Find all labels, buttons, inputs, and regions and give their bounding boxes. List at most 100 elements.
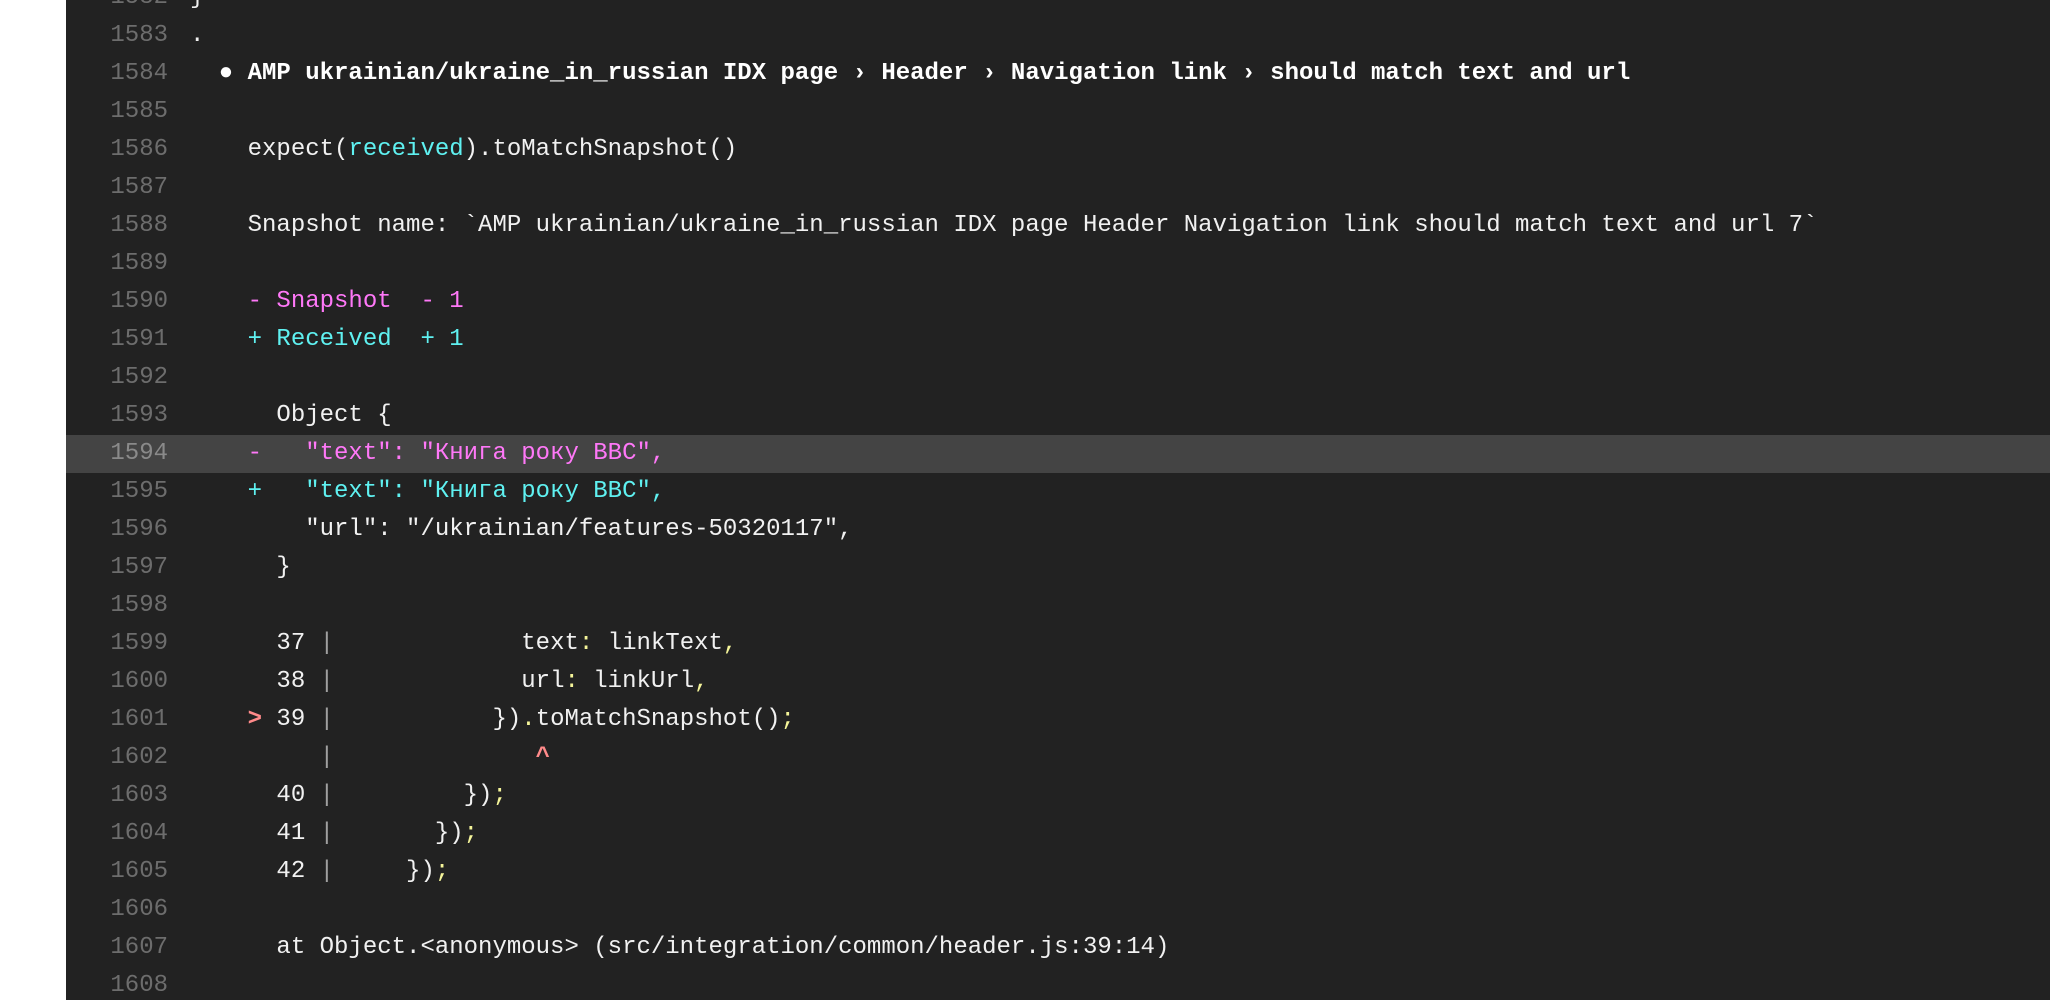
line-number[interactable]: 1597 bbox=[66, 549, 190, 587]
text-segment: : bbox=[578, 630, 594, 657]
log-line[interactable]: 1591 + Received + 1 bbox=[66, 321, 2050, 359]
log-line[interactable]: 1606 bbox=[66, 891, 2050, 929]
line-text: 37 | text: linkText, bbox=[190, 625, 2050, 663]
log-line[interactable]: 1603 40 | }); bbox=[66, 777, 2050, 815]
text-segment: - "text": "Книга року ВВС", bbox=[190, 440, 666, 467]
line-text bbox=[190, 245, 2050, 283]
text-segment: }) bbox=[334, 782, 493, 809]
text-segment: }) bbox=[334, 858, 435, 885]
line-number[interactable]: 1600 bbox=[66, 663, 190, 701]
line-number[interactable]: 1585 bbox=[66, 93, 190, 131]
log-line[interactable]: 1593 Object { bbox=[66, 397, 2050, 435]
text-segment: linkUrl bbox=[578, 668, 695, 695]
line-text bbox=[190, 587, 2050, 625]
log-line[interactable]: 1601 > 39 | }).toMatchSnapshot(); bbox=[66, 701, 2050, 739]
line-number[interactable]: 1587 bbox=[66, 169, 190, 207]
line-number[interactable]: 1583 bbox=[66, 17, 190, 55]
log-line[interactable]: 1608 bbox=[66, 967, 2050, 1000]
log-line[interactable]: 1597 } bbox=[66, 549, 2050, 587]
line-number[interactable]: 1603 bbox=[66, 777, 190, 815]
text-segment: : bbox=[564, 668, 579, 695]
log-line[interactable]: 1587 bbox=[66, 169, 2050, 207]
text-segment: received bbox=[348, 136, 464, 163]
log-line[interactable]: 1585 bbox=[66, 93, 2050, 131]
line-number[interactable]: 1584 bbox=[66, 55, 190, 93]
log-line[interactable]: 1595 + "text": "Книга року BBC", bbox=[66, 473, 2050, 511]
line-text: - "text": "Книга року ВВС", bbox=[190, 435, 2050, 473]
line-number[interactable]: 1590 bbox=[66, 283, 190, 321]
text-segment: 39 bbox=[276, 706, 320, 733]
line-text: 42 | }); bbox=[190, 853, 2050, 891]
log-line[interactable]: 1589 bbox=[66, 245, 2050, 283]
text-segment: ; bbox=[492, 782, 507, 809]
line-number[interactable]: 1586 bbox=[66, 131, 190, 169]
log-line[interactable]: 1605 42 | }); bbox=[66, 853, 2050, 891]
line-number[interactable]: 1604 bbox=[66, 815, 190, 853]
text-segment: }) bbox=[334, 706, 522, 733]
line-number[interactable]: 1596 bbox=[66, 511, 190, 549]
log-line[interactable]: 1592 bbox=[66, 359, 2050, 397]
line-text: | ^ bbox=[190, 739, 2050, 777]
line-number[interactable]: 1592 bbox=[66, 359, 190, 397]
log-line[interactable]: 1600 38 | url: linkUrl, bbox=[66, 663, 2050, 701]
text-segment: + "text": "Книга року BBC", bbox=[190, 478, 666, 505]
text-segment: > bbox=[190, 706, 277, 733]
log-line[interactable]: 1607 at Object.<anonymous> (src/integrat… bbox=[66, 929, 2050, 967]
line-number[interactable]: 1594 bbox=[66, 435, 190, 473]
text-segment: Object { bbox=[190, 402, 392, 429]
log-line[interactable]: 1598 bbox=[66, 587, 2050, 625]
line-number[interactable]: 1588 bbox=[66, 207, 190, 245]
text-segment: | bbox=[319, 744, 335, 771]
line-number[interactable]: 1607 bbox=[66, 929, 190, 967]
log-line[interactable]: 1586 expect(received).toMatchSnapshot() bbox=[66, 131, 2050, 169]
line-number[interactable]: 1601 bbox=[66, 701, 190, 739]
line-number[interactable]: 1599 bbox=[66, 625, 190, 663]
log-line[interactable]: 1604 41 | }); bbox=[66, 815, 2050, 853]
line-text: ● AMP ukrainian/ukraine_in_russian IDX p… bbox=[190, 55, 2050, 93]
line-text: 41 | }); bbox=[190, 815, 2050, 853]
text-segment: | bbox=[319, 858, 335, 885]
line-text bbox=[190, 891, 2050, 929]
line-number[interactable]: 1608 bbox=[66, 967, 190, 1000]
log-viewer[interactable]: 1582}1583.1584 ● AMP ukrainian/ukraine_i… bbox=[66, 0, 2050, 1000]
line-number[interactable]: 1606 bbox=[66, 891, 190, 929]
line-text: Snapshot name: `AMP ukrainian/ukraine_in… bbox=[190, 207, 2050, 245]
line-number[interactable]: 1589 bbox=[66, 245, 190, 283]
text-segment: ; bbox=[463, 820, 479, 847]
text-segment: Snapshot name: `AMP ukrainian/ukraine_in… bbox=[190, 212, 1818, 239]
line-number[interactable]: 1598 bbox=[66, 587, 190, 625]
text-segment: | bbox=[319, 668, 335, 695]
text-segment: + Received + 1 bbox=[190, 326, 464, 353]
line-text: . bbox=[190, 17, 2050, 55]
log-lines: 1582}1583.1584 ● AMP ukrainian/ukraine_i… bbox=[66, 0, 2050, 1000]
text-segment: "url": "/ukrainian/features-50320117", bbox=[190, 516, 853, 543]
line-number[interactable]: 1591 bbox=[66, 321, 190, 359]
log-line[interactable]: 1584 ● AMP ukrainian/ukraine_in_russian … bbox=[66, 55, 2050, 93]
line-number[interactable]: 1605 bbox=[66, 853, 190, 891]
log-line[interactable]: 1602 | ^ bbox=[66, 739, 2050, 777]
line-text: + Received + 1 bbox=[190, 321, 2050, 359]
line-number[interactable]: 1593 bbox=[66, 397, 190, 435]
log-line[interactable]: 1590 - Snapshot - 1 bbox=[66, 283, 2050, 321]
line-text bbox=[190, 93, 2050, 131]
line-number[interactable]: 1582 bbox=[66, 0, 190, 17]
log-line[interactable]: 1599 37 | text: linkText, bbox=[66, 625, 2050, 663]
line-number[interactable]: 1595 bbox=[66, 473, 190, 511]
line-text bbox=[190, 967, 2050, 1000]
text-segment: , bbox=[694, 668, 709, 695]
text-segment: | bbox=[319, 706, 335, 733]
log-line[interactable]: 1582} bbox=[66, 0, 2050, 17]
text-segment: } bbox=[190, 0, 204, 11]
text-segment: 37 bbox=[190, 630, 320, 657]
text-segment: } bbox=[190, 554, 291, 581]
text-segment: | bbox=[319, 630, 335, 657]
log-line[interactable]: 1594 - "text": "Книга року ВВС", bbox=[66, 435, 2050, 473]
log-line[interactable]: 1596 "url": "/ukrainian/features-5032011… bbox=[66, 511, 2050, 549]
text-segment: ^ bbox=[535, 744, 551, 771]
log-line[interactable]: 1588 Snapshot name: `AMP ukrainian/ukrai… bbox=[66, 207, 2050, 245]
line-number[interactable]: 1602 bbox=[66, 739, 190, 777]
log-line[interactable]: 1583. bbox=[66, 17, 2050, 55]
text-segment: ● AMP ukrainian/ukraine_in_russian IDX p… bbox=[190, 60, 1631, 87]
text-segment: toMatchSnapshot() bbox=[535, 706, 781, 733]
line-text bbox=[190, 169, 2050, 207]
